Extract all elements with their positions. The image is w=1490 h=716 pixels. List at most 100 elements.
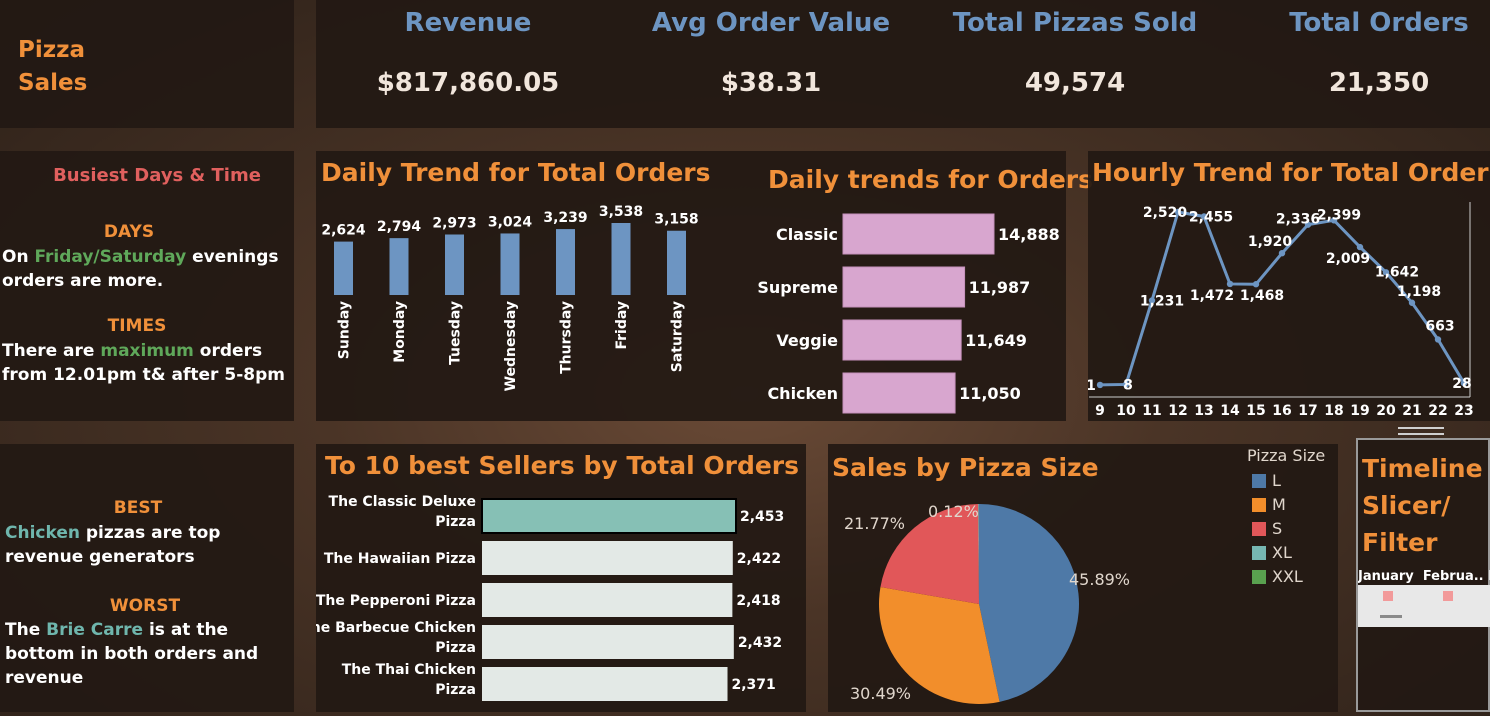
hourly-tick-label: 14 (1220, 403, 1240, 419)
top-seller-name: Pizza (435, 682, 476, 698)
hourly-tick-label: 9 (1095, 403, 1105, 419)
legend-item-xl[interactable]: XL (1252, 543, 1292, 562)
top-seller-name: Pizza (435, 514, 476, 530)
timeline-months[interactable]: January Februa.. M (1358, 569, 1490, 584)
hourly-value-label: 1,468 (1240, 288, 1284, 304)
timeline-resize-handle[interactable] (1398, 427, 1444, 435)
daily-value-label: 3,538 (599, 204, 643, 220)
timeline-track[interactable] (1358, 585, 1490, 627)
daily-bar (334, 241, 353, 295)
hourly-tick-label: 22 (1428, 403, 1447, 419)
best-text: Chicken pizzas are top revenue generator… (5, 523, 221, 567)
category-value-label: 11,987 (969, 278, 1031, 297)
daily-category-label: Saturday (670, 301, 686, 372)
top-seller-name: The Hawaiian Pizza (324, 551, 476, 567)
hourly-tick-label: 15 (1246, 403, 1265, 419)
hourly-tick-label: 13 (1194, 403, 1213, 419)
hourly-tick-label: 23 (1454, 403, 1473, 419)
hourly-value-label: 2,399 (1317, 207, 1361, 223)
kpi-aov-title: Avg Order Value (651, 8, 891, 38)
category-label: Veggie (776, 331, 838, 350)
hourly-tick-label: 20 (1376, 403, 1396, 419)
legend-swatch-xl (1252, 546, 1266, 560)
hourly-point (1252, 281, 1260, 288)
timeline-panel: Timeline Slicer/ Filter January Februa..… (1356, 438, 1490, 712)
hourly-point (1434, 336, 1442, 343)
legend-item-xxl[interactable]: XXL (1252, 567, 1303, 586)
top-seller-value-label: 2,418 (736, 593, 780, 609)
pie-percent-label: 45.89% (1069, 570, 1130, 589)
kpi-pizzas-value: 49,574 (1024, 68, 1126, 98)
top-seller-bar (482, 667, 728, 701)
legend-swatch-s (1252, 522, 1266, 536)
category-label: Classic (776, 225, 838, 244)
hourly-value-label: 1,472 (1190, 288, 1234, 304)
top-sellers-chart: The Classic Deluxe Pizza 2,453 The Hawaiian… (316, 494, 784, 701)
kpi-orders-value: 21,350 (1328, 68, 1430, 98)
legend-item-s[interactable]: S (1252, 519, 1282, 538)
days-heading: DAYS (103, 222, 155, 242)
category-chart-title: Daily trends for Orders (768, 165, 1093, 194)
top-seller-value-label: 2,371 (732, 677, 776, 693)
daily-chart-title: Daily Trend for Total Orders (321, 158, 711, 187)
category-bar (842, 319, 962, 361)
top-seller-bar (482, 583, 733, 617)
pie-percent-label: 30.49% (850, 684, 911, 703)
times-text: There are maximum orders from 12.01pm t&… (2, 341, 285, 385)
top-seller-name: The Pepperoni Pizza (316, 593, 476, 609)
daily-bar (667, 230, 686, 295)
size-legend-title: Pizza Size (1247, 446, 1326, 465)
worst-heading: WORST (109, 596, 181, 616)
pie-percent-label: 21.77% (844, 514, 905, 533)
timeline-marker-february[interactable] (1443, 591, 1453, 601)
top-seller-value-label: 2,453 (740, 509, 784, 525)
daily-category-label: Tuesday (448, 301, 464, 365)
hourly-value-label: 1,231 (1140, 293, 1184, 309)
kpi-revenue-title: Revenue (404, 8, 532, 38)
kpi-revenue-value: $817,860.05 (376, 68, 560, 98)
category-bar (842, 266, 966, 308)
category-label: Chicken (767, 384, 838, 403)
days-text: On Friday/Saturday evenings orders are m… (2, 247, 279, 291)
kpi-aov-value: $38.31 (720, 68, 822, 98)
legend-item-m[interactable]: M (1252, 495, 1286, 514)
size-pie-chart: 45.89% 30.49% 21.77% 0.12% (844, 502, 1130, 704)
pie-slice (979, 504, 1079, 702)
top-seller-bar (482, 625, 734, 659)
category-bar (842, 213, 995, 255)
hourly-tick-label: 18 (1324, 403, 1343, 419)
hourly-value-label: 2,336 (1276, 212, 1320, 228)
size-chart-title: Sales by Pizza Size (832, 453, 1099, 482)
top-seller-name: The Barbecue Chicken (316, 620, 476, 636)
legend-swatch-xxl (1252, 570, 1266, 584)
hourly-value-label: 2,009 (1326, 251, 1370, 267)
daily-bar (611, 223, 631, 295)
busiest-title: Busiest Days & Time (53, 165, 261, 186)
daily-bar (556, 229, 575, 295)
top-seller-name: Pizza (435, 640, 476, 656)
hourly-chart-title: Hourly Trend for Total Orders (1092, 158, 1490, 187)
busiest-panel: Busiest Days & Time DAYS On Friday/Satur… (0, 151, 294, 421)
timeline-marker-january[interactable] (1383, 591, 1393, 601)
timeline-scrollbar[interactable] (1380, 615, 1402, 618)
legend-item-l[interactable]: L (1252, 471, 1281, 490)
hourly-line-chart: 198101,231112,520122,455131,472141,46815… (1088, 202, 1474, 419)
category-bar-chart: Classic 14,888 Supreme 11,987 Veggie 11,649 Ch… (757, 213, 1060, 414)
legend-swatch-l (1252, 474, 1266, 488)
hourly-point (1096, 381, 1104, 389)
hourly-value-label: 28 (1452, 376, 1471, 392)
daily-value-label: 3,024 (488, 214, 533, 230)
hourly-tick-label: 11 (1142, 403, 1161, 419)
kpi-orders-title: Total Orders (1289, 8, 1469, 38)
legend-swatch-m (1252, 498, 1266, 512)
daily-bar-chart: 2,624 Sunday 2,794 Monday 2,973 Tuesday 3,024 W… (321, 204, 698, 391)
daily-value-label: 2,973 (432, 215, 476, 231)
title-panel: Pizza Sales (0, 0, 294, 128)
top-seller-name: The Classic Deluxe (329, 494, 476, 510)
top-seller-value-label: 2,422 (737, 551, 781, 567)
hourly-point (1226, 280, 1234, 288)
pie-percent-label: 0.12% (928, 502, 979, 521)
hourly-value-label: 1 (1088, 378, 1096, 394)
best-heading: BEST (113, 498, 163, 518)
hourly-point (1408, 299, 1416, 306)
